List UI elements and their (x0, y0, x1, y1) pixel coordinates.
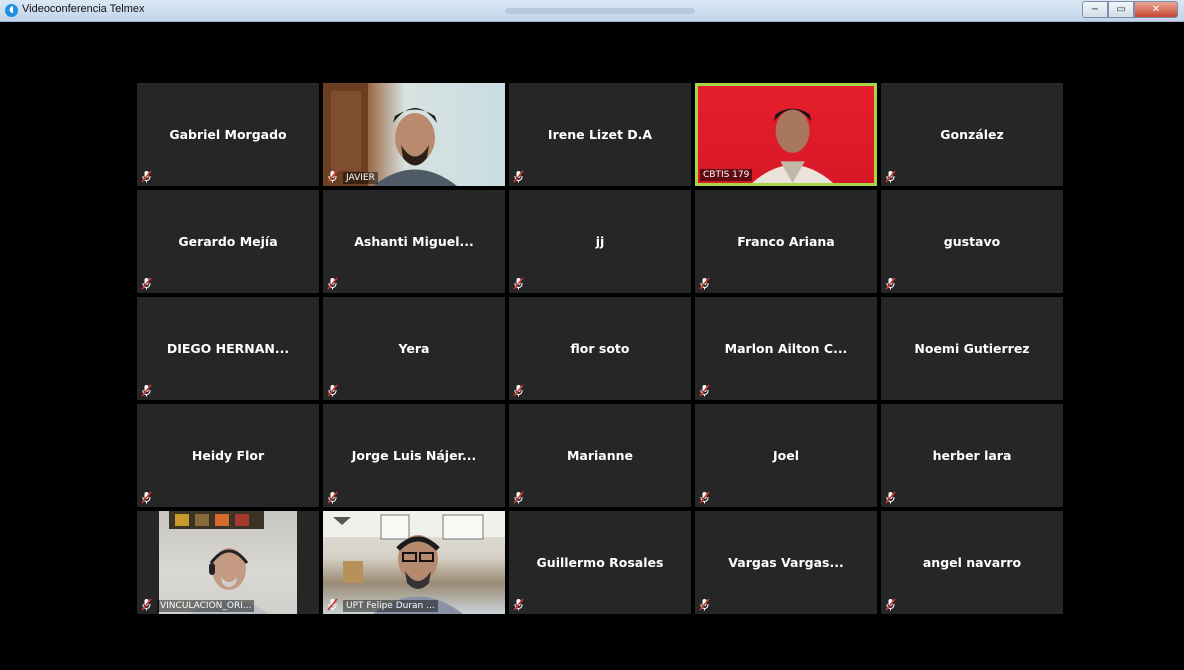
participant-tile[interactable]: Yera (323, 297, 505, 400)
muted-mic-icon (885, 277, 896, 290)
muted-mic-icon (885, 598, 896, 611)
participant-tile[interactable]: Joel (695, 404, 877, 507)
participant-name: Marianne (566, 448, 634, 463)
participant-name: Franco Ariana (737, 234, 835, 249)
muted-mic-icon (513, 491, 524, 504)
participant-name: González (940, 127, 1004, 142)
minimize-button[interactable]: − (1082, 1, 1108, 18)
participant-video-tile[interactable]: VINCULACION_ORI... (137, 511, 319, 614)
title-bar[interactable]: ◖ Videoconferencia Telmex − ▭ ✕ (0, 0, 1184, 22)
participant-name: jj (595, 234, 605, 249)
title-blurred-text (505, 8, 695, 14)
close-button[interactable]: ✕ (1134, 1, 1178, 18)
muted-mic-icon (141, 598, 152, 611)
active-speaker-tile[interactable]: CBTIS 179 (695, 83, 877, 186)
participant-tile[interactable]: Vargas Vargas... (695, 511, 877, 614)
window-title: Videoconferencia Telmex (22, 3, 145, 15)
participant-tile[interactable]: Irene Lizet D.A (509, 83, 691, 186)
participant-name: DIEGO HERNAN... (166, 341, 290, 356)
participant-tile[interactable]: angel navarro (881, 511, 1063, 614)
participant-tile[interactable]: flor soto (509, 297, 691, 400)
participant-name: herber lara (932, 448, 1012, 463)
participant-name: Gerardo Mejía (178, 234, 278, 249)
participant-tile[interactable]: jj (509, 190, 691, 293)
participant-tile[interactable]: gustavo (881, 190, 1063, 293)
participant-video (323, 511, 505, 614)
participant-tile[interactable]: Marianne (509, 404, 691, 507)
participant-name: Irene Lizet D.A (547, 127, 653, 142)
participant-video-tile[interactable]: UPT Felipe Duran ... (323, 511, 505, 614)
muted-mic-icon (699, 384, 710, 397)
restore-button[interactable]: ▭ (1108, 1, 1134, 18)
participant-tile[interactable]: herber lara (881, 404, 1063, 507)
participant-tile[interactable]: Gerardo Mejía (137, 190, 319, 293)
participant-name: Guillermo Rosales (536, 555, 664, 570)
participant-name: CBTIS 179 (700, 169, 753, 181)
muted-mic-icon (699, 598, 710, 611)
muted-mic-icon (141, 170, 152, 183)
participant-tile[interactable]: DIEGO HERNAN... (137, 297, 319, 400)
muted-mic-icon (885, 491, 896, 504)
participant-name: UPT Felipe Duran ... (343, 600, 438, 612)
muted-mic-icon (327, 277, 338, 290)
muted-mic-icon (327, 598, 338, 611)
muted-mic-icon (699, 491, 710, 504)
muted-mic-icon (513, 384, 524, 397)
participant-name: Gabriel Morgado (169, 127, 287, 142)
participant-name: angel navarro (922, 555, 1022, 570)
participant-grid: Gabriel Morgado JAVIER Irene Lizet D.A C… (137, 83, 1063, 614)
participant-name: Heidy Flor (191, 448, 265, 463)
window-controls: − ▭ ✕ (1082, 1, 1178, 18)
participant-tile[interactable]: González (881, 83, 1063, 186)
muted-mic-icon (327, 491, 338, 504)
participant-name: VINCULACION_ORI... (157, 600, 255, 612)
participant-name: flor soto (570, 341, 630, 356)
participant-name: Ashanti Miguel... (354, 234, 474, 249)
participant-name: Vargas Vargas... (728, 555, 844, 570)
muted-mic-icon (513, 598, 524, 611)
participant-tile[interactable]: Marlon Ailton C... (695, 297, 877, 400)
participant-name: gustavo (943, 234, 1001, 249)
participant-name: Noemi Gutierrez (914, 341, 1030, 356)
muted-mic-icon (141, 277, 152, 290)
muted-mic-icon (513, 170, 524, 183)
muted-mic-icon (885, 170, 896, 183)
muted-mic-icon (141, 491, 152, 504)
participant-tile[interactable]: Guillermo Rosales (509, 511, 691, 614)
participant-name: JAVIER (343, 172, 378, 184)
participant-name: Joel (772, 448, 799, 463)
participant-name: Marlon Ailton C... (724, 341, 848, 356)
participant-tile[interactable]: Franco Ariana (695, 190, 877, 293)
participant-tile[interactable]: Heidy Flor (137, 404, 319, 507)
participant-video-tile[interactable]: JAVIER (323, 83, 505, 186)
participant-video (323, 83, 457, 186)
participant-name: Jorge Luis Nájer... (351, 448, 477, 463)
muted-mic-icon (327, 384, 338, 397)
participant-tile[interactable]: Gabriel Morgado (137, 83, 319, 186)
muted-mic-icon (327, 170, 338, 183)
muted-mic-icon (141, 384, 152, 397)
participant-tile[interactable]: Jorge Luis Nájer... (323, 404, 505, 507)
participant-tile[interactable]: Ashanti Miguel... (323, 190, 505, 293)
muted-mic-icon (699, 277, 710, 290)
participant-tile[interactable]: Noemi Gutierrez (881, 297, 1063, 400)
muted-mic-icon (513, 277, 524, 290)
app-logo-icon: ◖ (5, 4, 18, 17)
participant-name: Yera (398, 341, 430, 356)
participant-video (159, 511, 297, 614)
